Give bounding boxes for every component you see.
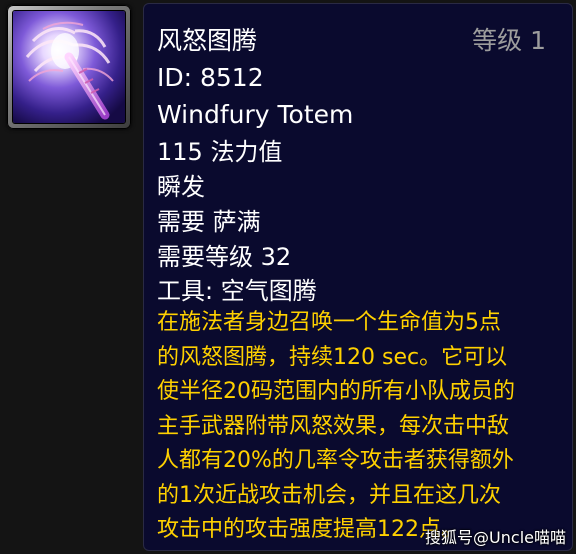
cast-time: 瞬发 [157, 173, 205, 201]
required-class: 需要 萨满 [157, 208, 261, 236]
spell-rank: 等级 1 [472, 26, 546, 55]
spell-name: 风怒图腾 [157, 26, 258, 55]
screenshot-stage: 风怒图腾 等级 1 ID: 8512 Windfury Totem 115 法力… [0, 0, 576, 554]
mana-cost: 115 法力值 [157, 138, 283, 166]
description-line: 在施法者身边召唤一个生命值为5点 [157, 310, 501, 335]
description-line: 的1次近战攻击机会，并且在这几次 [157, 482, 501, 508]
description-line: 人都有20%的几率令攻击者获得额外 [157, 448, 514, 473]
description-line: 的风怒图腾，持续120 sec。它可以 [157, 344, 508, 370]
spell-english-name: Windfury Totem [157, 100, 354, 129]
spell-tooltip: 风怒图腾 等级 1 ID: 8512 Windfury Totem 115 法力… [143, 3, 573, 551]
description-line: 主手武器附带风怒效果，每次击中敌 [157, 413, 510, 439]
spell-id: ID: 8512 [157, 63, 264, 92]
spell-icon-frame[interactable] [7, 5, 131, 129]
description-line: 使半径20码范围内的所有小队成员的 [157, 379, 515, 404]
required-level: 需要等级 32 [157, 243, 292, 271]
required-tools: 工具: 空气图腾 [157, 277, 317, 305]
watermark: 搜狐号@Uncle喵喵 [425, 528, 566, 547]
spell-description: 在施法者身边召唤一个生命值为5点 的风怒图腾，持续120 sec。它可以 使半径… [157, 306, 567, 548]
windfury-totem-icon [12, 10, 126, 124]
